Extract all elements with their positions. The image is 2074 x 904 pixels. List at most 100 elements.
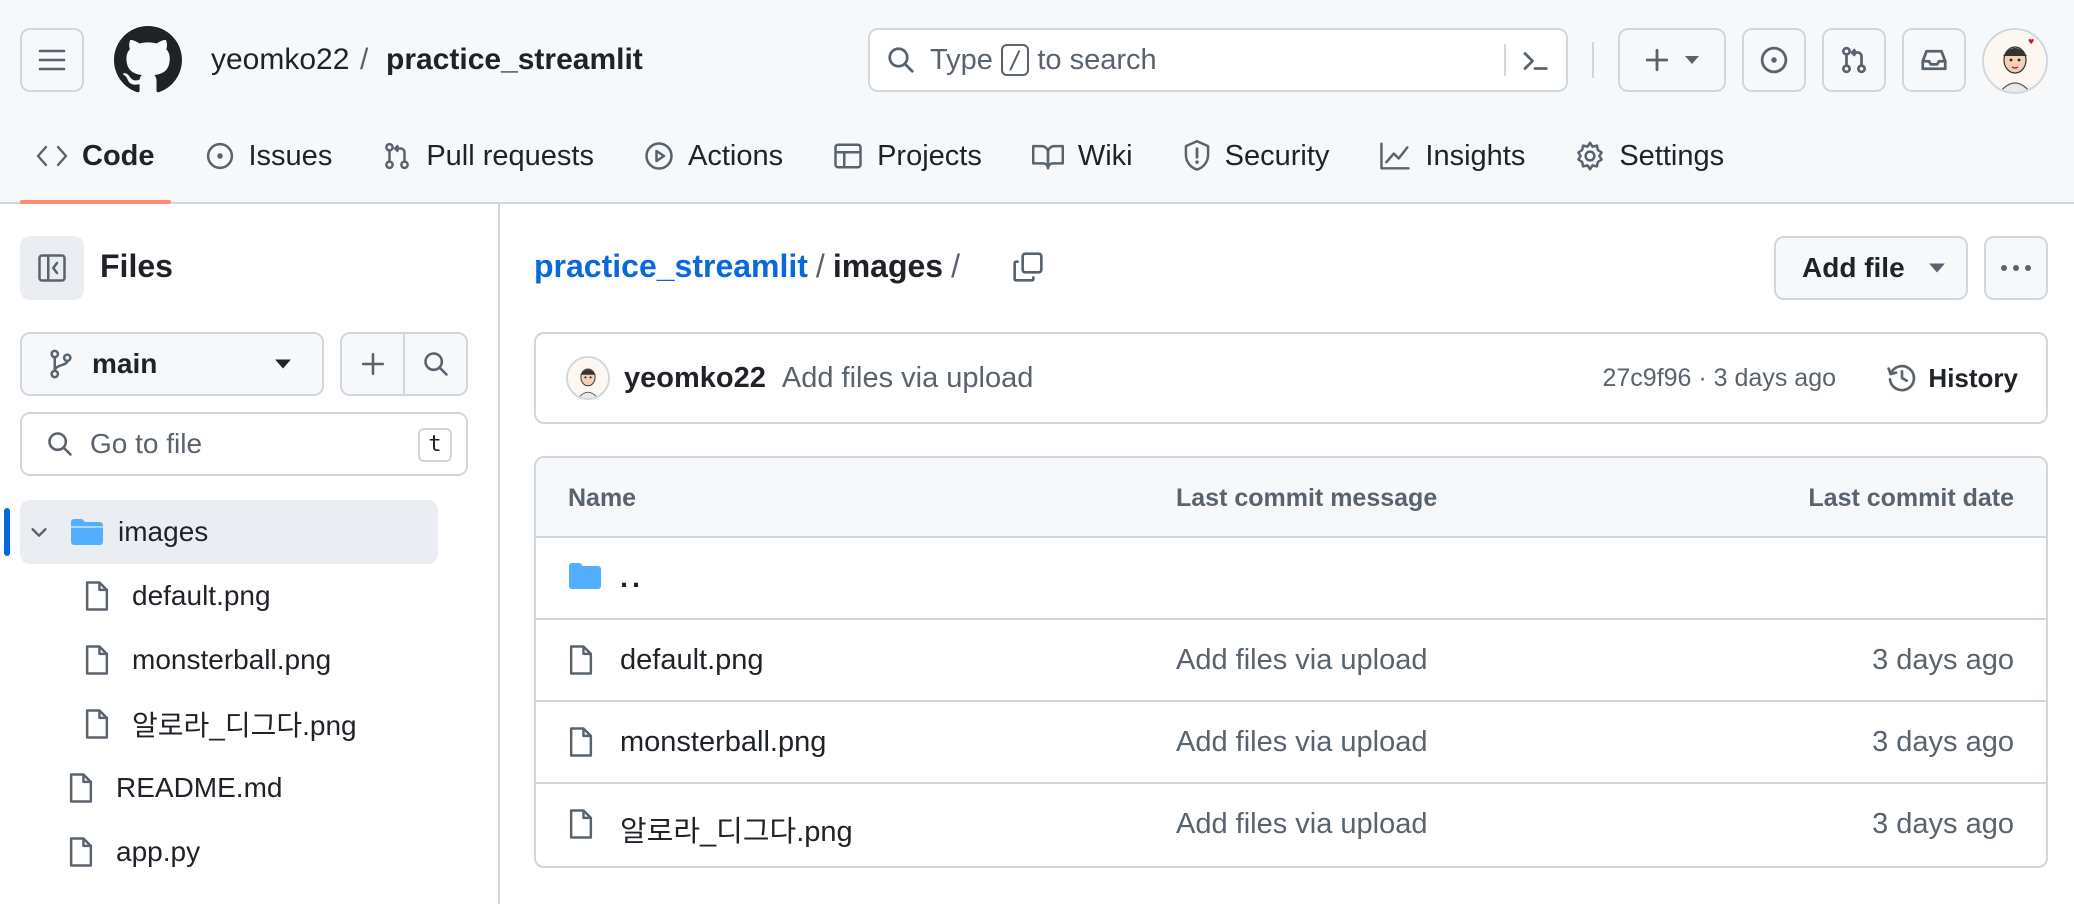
commit-message-link[interactable]: Add files via upload — [1176, 726, 1428, 759]
tab-wiki-label: Wiki — [1077, 139, 1133, 172]
table-row-parent-dir[interactable]: .. — [536, 538, 2046, 620]
column-header-message: Last commit message — [1176, 484, 1438, 512]
issue-icon — [206, 142, 233, 170]
file-name-link[interactable]: 알로라_디그다.png — [620, 808, 853, 850]
go-to-file-input[interactable]: Go to file t — [20, 412, 468, 476]
go-to-file-placeholder: Go to file — [90, 428, 203, 459]
tree-item-label: images — [118, 516, 209, 547]
path-separator: / — [815, 248, 825, 284]
file-name-link[interactable]: default.png — [620, 644, 764, 677]
chevron-down-icon[interactable] — [28, 521, 50, 543]
search-divider — [1504, 44, 1506, 76]
sidebar-collapse-icon — [38, 254, 66, 282]
column-header-name: Name — [568, 484, 637, 512]
file-listing-table: Name Last commit message Last commit dat… — [534, 456, 2048, 868]
tree-item-label: monsterball.png — [132, 644, 332, 675]
play-icon — [645, 142, 673, 170]
plus-icon — [361, 352, 384, 376]
table-row[interactable]: default.png Add files via upload 3 days … — [536, 620, 2046, 702]
file-icon — [569, 727, 593, 757]
commit-message[interactable]: Add files via upload — [782, 362, 1034, 395]
file-icon — [85, 709, 109, 739]
header-divider — [1592, 42, 1594, 78]
gear-icon — [1577, 141, 1604, 171]
commit-message-link[interactable]: Add files via upload — [1176, 808, 1428, 841]
user-avatar[interactable]: ♥ — [1982, 28, 2048, 94]
path-repo-link[interactable]: practice_streamlit — [534, 248, 808, 285]
tab-code[interactable]: Code — [20, 130, 171, 204]
global-search-input[interactable]: Type / to search — [868, 28, 1568, 92]
tab-actions[interactable]: Actions — [628, 130, 799, 182]
file-name-link[interactable]: monsterball.png — [620, 726, 826, 759]
search-placeholder: Type / to search — [930, 44, 1157, 77]
file-icon — [69, 773, 93, 803]
file-icon — [569, 645, 593, 675]
tab-projects[interactable]: Projects — [817, 130, 998, 182]
tab-issues-label: Issues — [248, 139, 333, 172]
book-icon — [1031, 144, 1064, 170]
breadcrumb-owner[interactable]: yeomko22 — [211, 40, 349, 80]
global-header: yeomko22 / practice_streamlit Type / to … — [0, 0, 2074, 204]
tree-item-label: default.png — [132, 580, 271, 611]
inbox-icon — [1921, 49, 1947, 71]
table-header: Name Last commit message Last commit dat… — [536, 458, 2046, 538]
parent-dir-link[interactable]: .. — [620, 562, 644, 595]
search-tree-button[interactable] — [405, 334, 466, 394]
file-icon — [569, 809, 593, 839]
tree-item-alola-diglett-png[interactable]: 알로라_디그다.png — [84, 692, 357, 756]
history-label: History — [1928, 362, 2018, 393]
inbox-button[interactable] — [1902, 28, 1966, 92]
tab-settings[interactable]: Settings — [1559, 130, 1740, 182]
commit-message-link[interactable]: Add files via upload — [1176, 644, 1428, 677]
file-icon — [69, 837, 93, 867]
add-file-tree-button[interactable] — [342, 334, 405, 394]
table-row[interactable]: monsterball.png Add files via upload 3 d… — [536, 702, 2046, 784]
history-button[interactable]: History — [1886, 362, 2018, 394]
path-trailing-separator: / — [951, 248, 960, 284]
breadcrumb-repo[interactable]: practice_streamlit — [386, 40, 643, 80]
tree-item-readme-md[interactable]: README.md — [68, 756, 282, 820]
issues-button[interactable] — [1742, 28, 1806, 92]
tree-item-default-png[interactable]: default.png — [84, 564, 271, 628]
search-icon — [423, 352, 448, 376]
add-file-button[interactable]: Add file — [1774, 236, 1968, 300]
create-new-button[interactable] — [1618, 28, 1726, 92]
commit-author-avatar[interactable] — [566, 356, 610, 400]
column-header-date: Last commit date — [1808, 484, 2014, 512]
tab-pull-requests[interactable]: Pull requests — [366, 130, 610, 182]
file-tree-sidebar: Files main Go to file t images default.p… — [0, 204, 500, 904]
plus-icon — [1645, 48, 1669, 72]
branch-selector[interactable]: main — [20, 332, 324, 396]
kebab-horizontal-icon — [2001, 265, 2031, 271]
menu-button[interactable] — [20, 28, 84, 92]
copy-path-icon[interactable] — [1012, 251, 1044, 283]
commit-date: 3 days ago — [1872, 808, 2014, 840]
tab-insights[interactable]: Insights — [1363, 130, 1541, 182]
tree-item-app-py[interactable]: app.py — [68, 820, 200, 884]
selected-indicator — [4, 508, 10, 556]
table-row[interactable]: 알로라_디그다.png Add files via upload 3 days … — [536, 784, 2046, 866]
collapse-sidebar-button[interactable] — [20, 236, 84, 300]
repo-nav-tabs: Code Issues Pull requests Actions Projec… — [0, 130, 1758, 204]
command-palette-icon[interactable] — [1520, 46, 1550, 76]
avatar-image-icon — [568, 358, 608, 398]
pull-requests-button[interactable] — [1822, 28, 1886, 92]
github-logo-icon[interactable] — [114, 26, 182, 94]
search-icon — [48, 432, 72, 456]
more-options-button[interactable] — [1984, 236, 2048, 300]
shield-icon — [1184, 140, 1209, 171]
commit-author[interactable]: yeomko22 — [624, 362, 766, 395]
tree-item-monsterball-png[interactable]: monsterball.png — [84, 628, 331, 692]
tab-insights-label: Insights — [1425, 139, 1526, 172]
search-suffix: to search — [1037, 43, 1157, 76]
tab-issues[interactable]: Issues — [189, 130, 349, 182]
tab-security[interactable]: Security — [1167, 130, 1346, 182]
main-content: practice_streamlit / images / Add file y… — [502, 204, 2074, 904]
tab-wiki[interactable]: Wiki — [1016, 130, 1149, 182]
go-to-file-shortcut: t — [418, 428, 452, 462]
tree-item-label: app.py — [116, 836, 201, 867]
commit-date: 3 days ago — [1872, 726, 2014, 758]
commit-hash-and-time[interactable]: 27c9f96 · 3 days ago — [1603, 364, 1837, 393]
sidebar-tools — [340, 332, 468, 396]
tree-item-images[interactable]: images — [20, 500, 438, 564]
